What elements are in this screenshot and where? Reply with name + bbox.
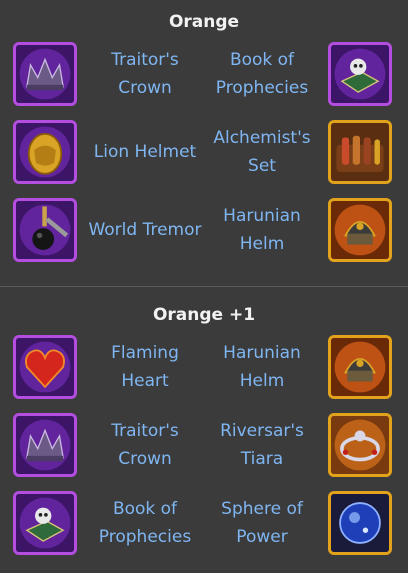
item-name: Harunian Helm [223,206,301,254]
traitors-crown-icon[interactable] [13,413,77,477]
sphere-of-power-icon[interactable] [328,491,392,555]
item-name: Alchemist's Set [213,128,311,176]
book-of-prophecies-icon[interactable] [328,42,392,106]
item-name: Traitor's Crown [111,50,179,98]
item-name: Flaming Heart [111,343,179,391]
harunian-helm-icon[interactable] [328,335,392,399]
book-of-prophecies-icon[interactable] [13,491,77,555]
section-divider [0,286,408,287]
traitors-crown-icon[interactable] [13,42,77,106]
item-row: Book of Prophecies Sphere of Power [0,491,408,561]
lion-helmet-icon[interactable] [13,120,77,184]
item-name: World Tremor [88,220,202,240]
riversars-tiara-icon[interactable] [328,413,392,477]
item-name: Book of Prophecies [98,499,192,547]
section-title-orange-plus-1: Orange +1 [152,305,256,325]
item-name: Lion Helmet [93,142,197,162]
item-row: Traitor's Crown Riversar's Tiara [0,413,408,483]
item-name: Riversar's Tiara [220,421,304,469]
flaming-heart-icon[interactable] [13,335,77,399]
item-row: Lion Helmet Alchemist's Set [0,120,408,190]
item-name: Book of Prophecies [215,50,309,98]
alchemists-set-icon[interactable] [328,120,392,184]
item-row: Flaming Heart Harunian Helm [0,335,408,405]
item-name: Traitor's Crown [111,421,179,469]
item-row: Traitor's Crown Book of Prophecies [0,42,408,112]
item-name: Sphere of Power [221,499,303,547]
harunian-helm-icon[interactable] [328,198,392,262]
section-title-orange: Orange [168,12,240,32]
item-row: World Tremor Harunian Helm [0,198,408,268]
world-tremor-icon[interactable] [13,198,77,262]
item-name: Harunian Helm [223,343,301,391]
